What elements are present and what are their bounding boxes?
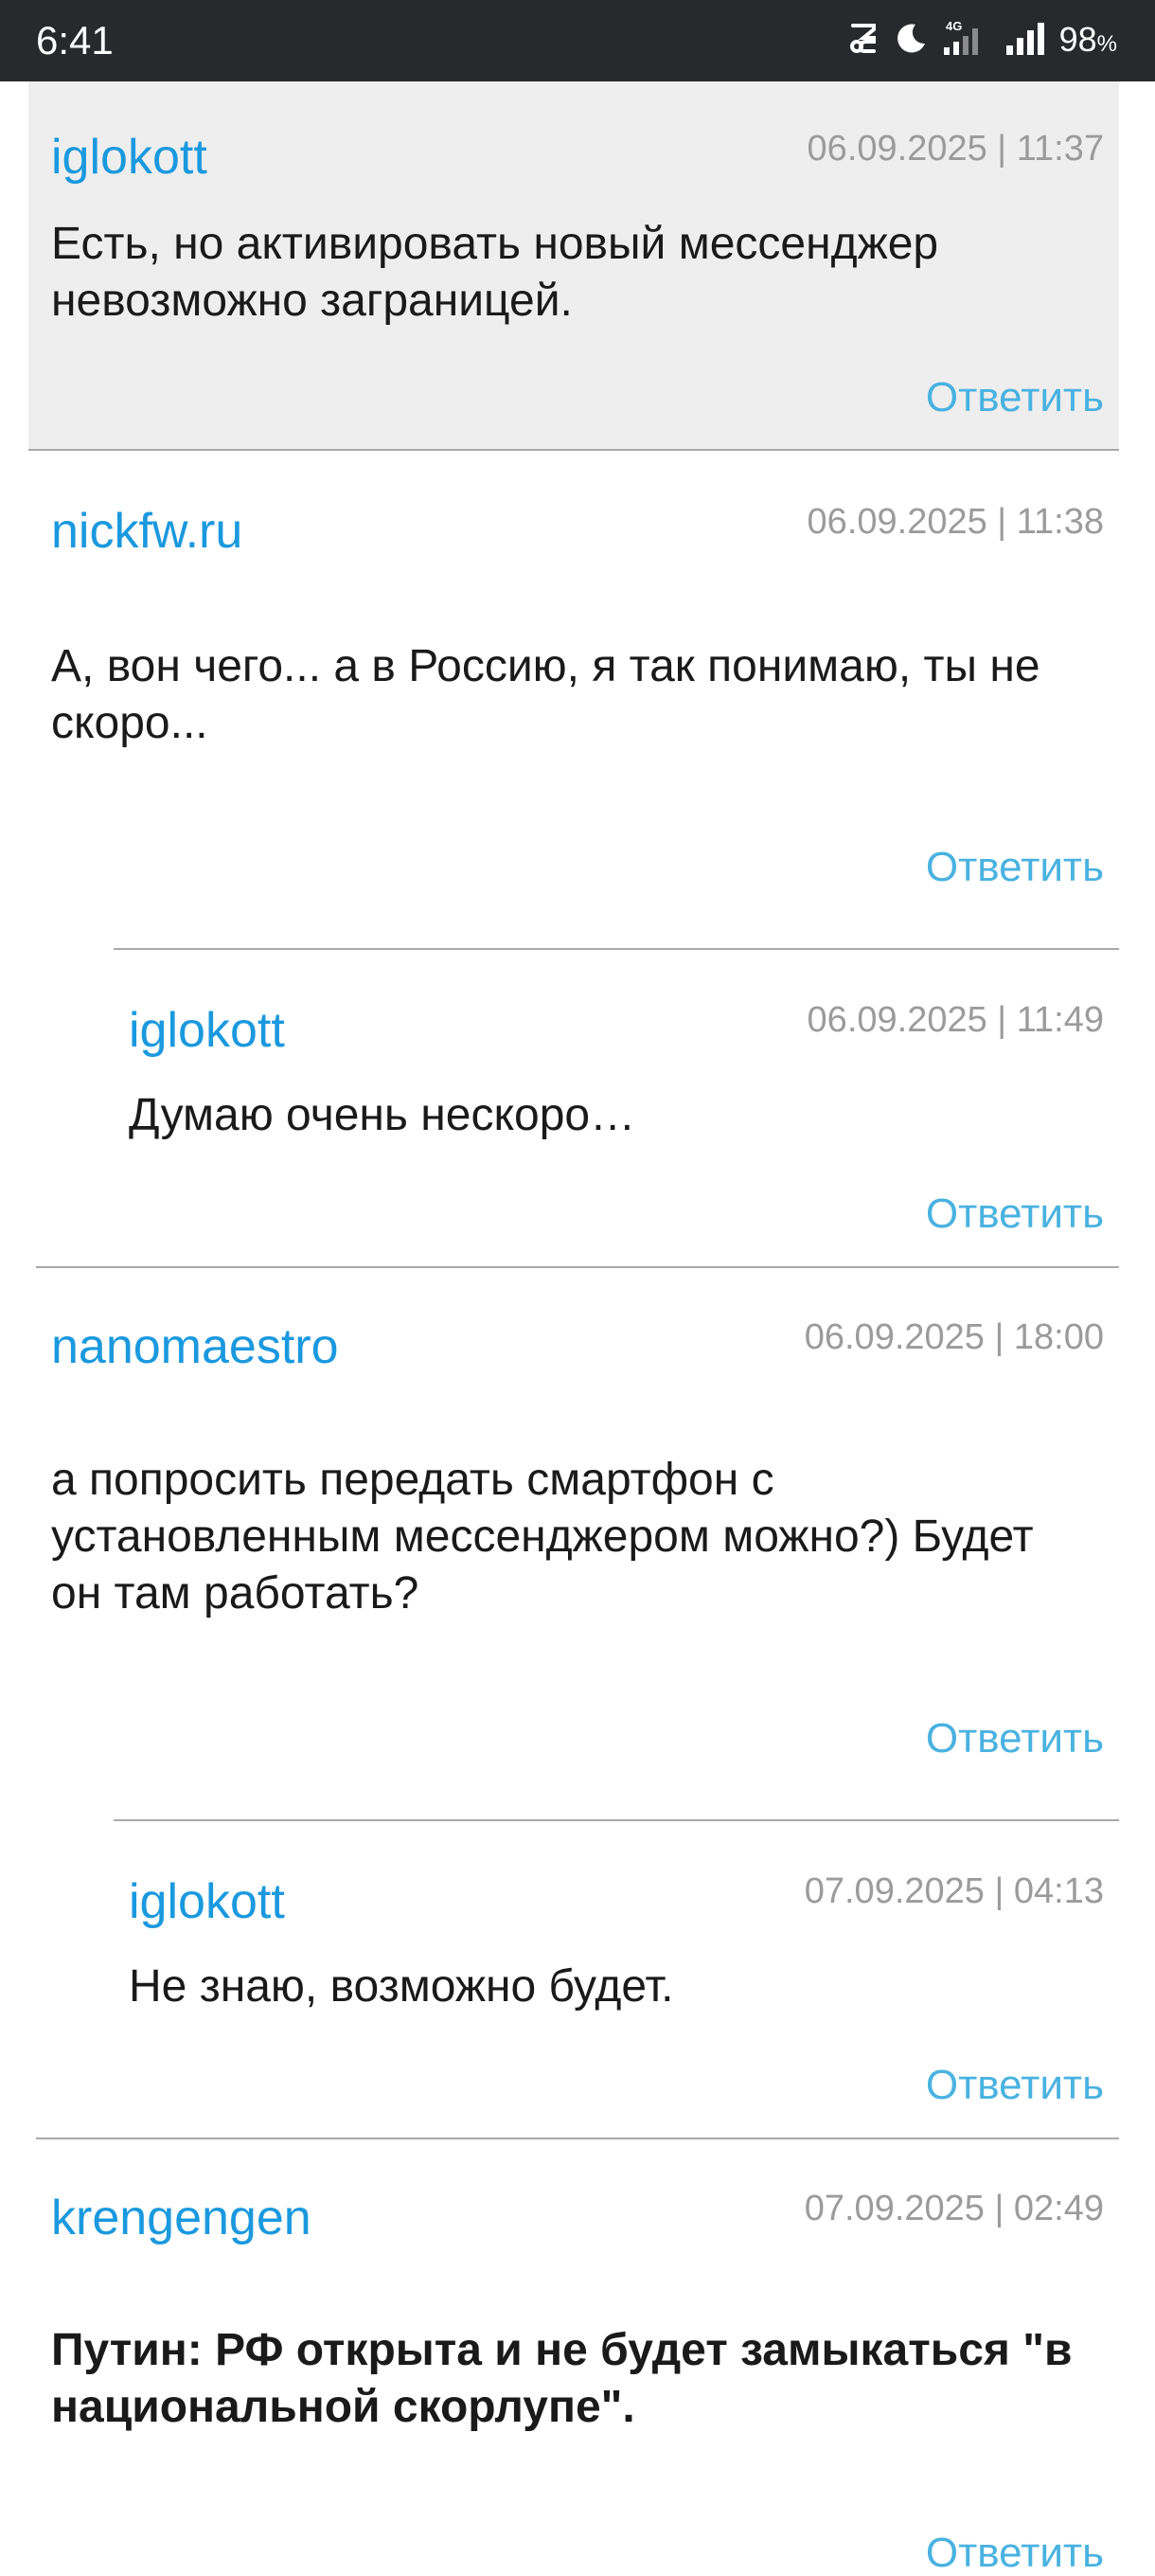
- status-bar: 6:41 4G 98%: [0, 0, 1155, 81]
- comment-timestamp: 07.09.2025 | 02:49: [804, 2189, 1104, 2228]
- comment-author[interactable]: nanomaestro: [51, 1322, 339, 1371]
- comment-text: Думаю очень нескоро…: [129, 1090, 636, 1140]
- comment-divider: [36, 1266, 1119, 1268]
- reply-button[interactable]: Ответить: [926, 377, 1104, 419]
- comment-timestamp: 07.09.2025 | 04:13: [804, 1871, 1104, 1911]
- reply-button[interactable]: Ответить: [926, 2065, 1104, 2106]
- comment-divider: [114, 948, 1119, 950]
- comment-author[interactable]: iglokott: [129, 1877, 285, 1926]
- comment-text: Путин: РФ открыта и не будет замыкаться …: [51, 2325, 1073, 2432]
- reply-button[interactable]: Ответить: [926, 1193, 1104, 1235]
- comment-author[interactable]: iglokott: [129, 1006, 285, 1055]
- status-icons: 4G 98%: [845, 19, 1117, 61]
- battery-level: 98: [1058, 20, 1097, 59]
- battery-indicator: 98%: [1059, 23, 1117, 57]
- comment-timestamp: 06.09.2025 | 11:49: [807, 1000, 1104, 1040]
- comment-timestamp: 06.09.2025 | 11:37: [807, 129, 1104, 169]
- comment-timestamp: 06.09.2025 | 18:00: [804, 1317, 1104, 1357]
- comment-author[interactable]: nickfw.ru: [51, 507, 242, 556]
- comment-text: Есть, но активировать новый мессенджер н…: [51, 219, 939, 326]
- comment-divider: [28, 449, 1119, 451]
- reply-button[interactable]: Ответить: [926, 1718, 1104, 1760]
- reply-button[interactable]: Ответить: [926, 2532, 1104, 2574]
- comment-text: А, вон чего... а в Россию, я так понимаю…: [51, 641, 1040, 748]
- signal-4g-icon: 4G: [942, 19, 991, 61]
- svg-text:4G: 4G: [946, 19, 962, 33]
- comment-author[interactable]: krengengen: [51, 2193, 311, 2243]
- signal-icon: [1004, 19, 1046, 61]
- battery-unit: %: [1096, 31, 1117, 57]
- notification-icon: [845, 20, 881, 60]
- do-not-disturb-moon-icon: [895, 21, 929, 59]
- comment-author[interactable]: iglokott: [51, 133, 207, 182]
- comment-divider: [36, 2138, 1119, 2139]
- comment-text: Не знаю, возможно будет.: [129, 1961, 674, 2012]
- status-time: 6:41: [36, 18, 114, 63]
- comment-divider: [114, 1819, 1119, 1821]
- comment-timestamp: 06.09.2025 | 11:38: [807, 502, 1104, 542]
- comment-text: а попросить передать смартфон с установл…: [51, 1455, 1034, 1619]
- reply-button[interactable]: Ответить: [926, 847, 1104, 888]
